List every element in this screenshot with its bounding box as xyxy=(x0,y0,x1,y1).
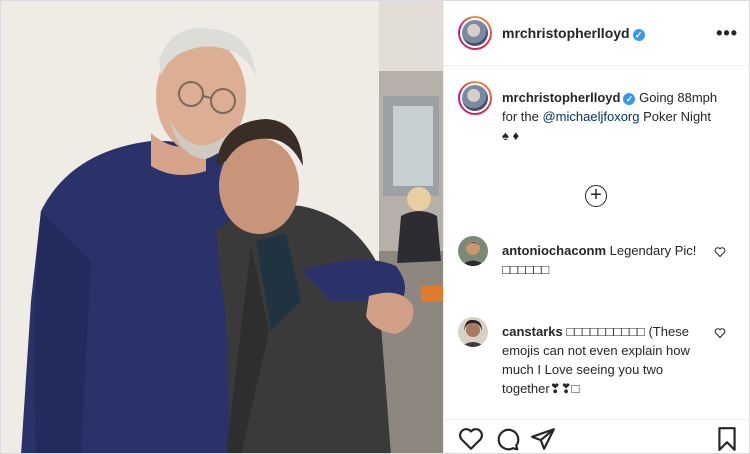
comment-avatar[interactable] xyxy=(458,236,488,266)
verified-badge-icon: ✓ xyxy=(632,29,645,41)
post-header: mrchristopherlloyd ✓ ••• xyxy=(444,1,749,66)
comment-bubble-icon[interactable] xyxy=(494,426,520,452)
post-side-panel: mrchristopherlloyd ✓ ••• mrchristopherllo… xyxy=(443,1,749,453)
caption-text: mrchristopherlloyd ✓ Going 88mph for the … xyxy=(502,88,734,145)
heart-icon[interactable] xyxy=(458,426,484,452)
paper-plane-icon[interactable] xyxy=(530,426,556,452)
comment-text: antoniochaconm Legendary Pic! □□□□□□ xyxy=(502,241,707,279)
caption-author-username[interactable]: mrchristopherlloyd xyxy=(502,90,620,105)
comment-text: canstarks □□□□□□□□□□ (These emojis can n… xyxy=(502,322,707,398)
author-username[interactable]: mrchristopherlloyd ✓ xyxy=(502,25,645,41)
caption-suits: ♠ ♦ xyxy=(502,128,520,143)
instagram-post: mrchristopherlloyd ✓ ••• mrchristopherllo… xyxy=(0,0,750,454)
caption-body-end: Poker Night xyxy=(639,109,712,124)
post-photo[interactable] xyxy=(1,1,443,453)
post-action-bar xyxy=(444,419,749,453)
post-photo-illustration xyxy=(1,1,443,453)
caption-mention-link[interactable]: @michaeljfoxorg xyxy=(542,109,639,124)
heart-outline-icon[interactable] xyxy=(714,246,726,258)
comment-author[interactable]: canstarks xyxy=(502,324,563,339)
heart-outline-icon[interactable] xyxy=(714,327,726,339)
author-avatar[interactable] xyxy=(458,16,492,50)
caption-author-avatar[interactable] xyxy=(458,81,492,115)
comment-avatar[interactable] xyxy=(458,317,488,347)
more-options-icon[interactable]: ••• xyxy=(716,23,738,44)
plus-circle-icon[interactable]: + xyxy=(585,185,607,207)
comment-author[interactable]: antoniochaconm xyxy=(502,243,606,258)
author-username-text[interactable]: mrchristopherlloyd xyxy=(502,25,630,41)
caption-verified-badge-icon: ✓ xyxy=(623,93,636,105)
bookmark-icon[interactable] xyxy=(714,426,740,452)
